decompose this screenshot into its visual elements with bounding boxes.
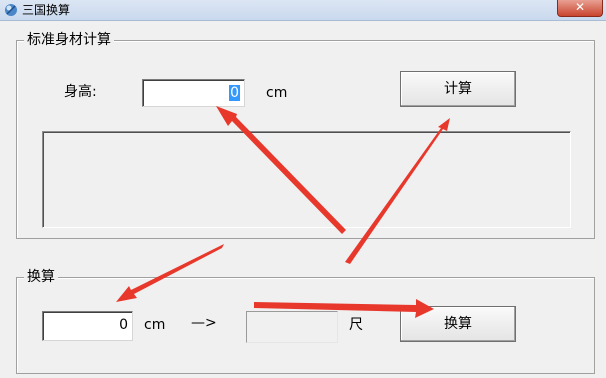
window-title: 三国换算 [22, 3, 71, 17]
convert-input-value: 0 [119, 317, 128, 333]
calculate-button[interactable]: 计算 [400, 71, 516, 107]
convert-input[interactable]: 0 [42, 311, 133, 341]
convert-result-unit: 尺 [349, 317, 363, 333]
height-unit-label: cm [266, 85, 288, 101]
convert-result-field [246, 311, 338, 343]
height-input[interactable]: 0 [142, 79, 245, 107]
close-button[interactable]: ✕ [557, 0, 603, 17]
result-output-box [42, 131, 571, 228]
height-label: 身高: [64, 84, 97, 100]
convert-arrow-text: —> [191, 315, 217, 331]
close-icon: ✕ [574, 0, 586, 14]
standard-calc-group-title: 标准身材计算 [24, 32, 114, 48]
convert-button[interactable]: 换算 [400, 306, 516, 342]
convert-group-title: 换算 [24, 269, 58, 285]
title-bar: 三国换算 ✕ [0, 0, 606, 21]
window-body: 标准身材计算 身高: 0 cm 计算 换算 0 cm —> 尺 换算 [0, 21, 606, 378]
convert-unit-label: cm [144, 317, 166, 333]
app-icon [5, 4, 17, 16]
height-value: 0 [229, 85, 240, 101]
